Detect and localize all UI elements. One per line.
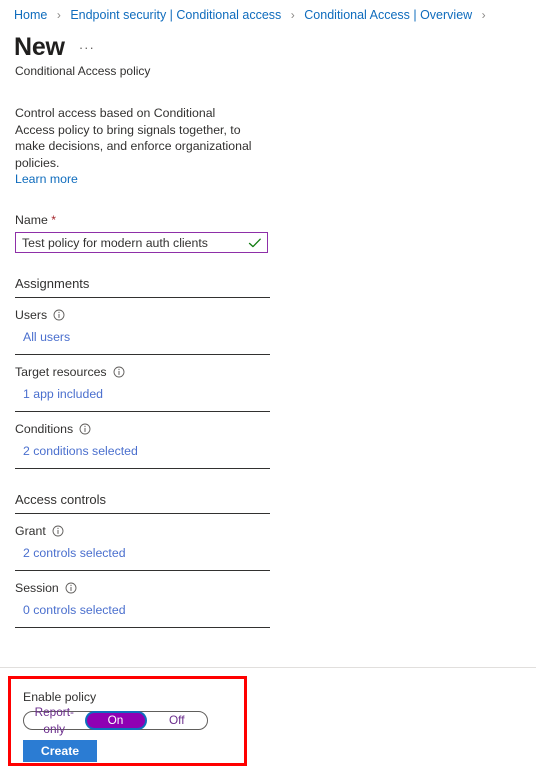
field-divider <box>15 411 270 412</box>
enable-policy-highlight-box: Enable policy Report-only On Off Create <box>8 676 247 766</box>
breadcrumb-separator-icon: › <box>481 8 486 22</box>
toggle-option-off[interactable]: Off <box>147 712 208 729</box>
required-marker: * <box>51 213 57 227</box>
toggle-option-report-only[interactable]: Report-only <box>24 704 85 738</box>
info-icon[interactable] <box>52 525 64 537</box>
breadcrumb-item-endpoint-security[interactable]: Endpoint security | Conditional access <box>70 8 281 22</box>
enable-policy-toggle[interactable]: Report-only On Off <box>23 705 208 736</box>
name-input[interactable] <box>16 233 247 252</box>
info-icon[interactable] <box>79 423 91 435</box>
info-icon[interactable] <box>53 309 65 321</box>
field-label-users: Users <box>15 307 273 323</box>
breadcrumb-item-home[interactable]: Home <box>14 8 47 22</box>
footer-divider <box>0 667 536 668</box>
field-value-session[interactable]: 0 controls selected <box>23 602 273 618</box>
field-value-grant[interactable]: 2 controls selected <box>23 545 273 561</box>
page-title: New <box>14 33 65 61</box>
users-label-text: Users <box>15 308 48 322</box>
field-value-users[interactable]: All users <box>23 329 273 345</box>
breadcrumb: Home › Endpoint security | Conditional a… <box>0 0 536 23</box>
field-divider <box>15 627 270 628</box>
field-divider <box>15 468 270 469</box>
section-heading-assignments: Assignments <box>15 276 90 291</box>
session-label-text: Session <box>15 581 59 595</box>
name-field-label: Name * <box>15 212 273 228</box>
field-label-session: Session <box>15 580 273 596</box>
form-description: Control access based on Conditional Acce… <box>15 106 252 170</box>
field-value-conditions[interactable]: 2 conditions selected <box>23 443 273 459</box>
breadcrumb-separator-icon: › <box>290 8 295 22</box>
name-label-text: Name <box>15 213 48 227</box>
field-divider <box>15 570 270 571</box>
learn-more-link[interactable]: Learn more <box>15 171 78 188</box>
field-divider <box>15 354 270 355</box>
field-value-target-resources[interactable]: 1 app included <box>23 386 273 402</box>
breadcrumb-separator-icon: › <box>56 8 61 22</box>
checkmark-icon <box>248 238 261 247</box>
field-label-target-resources: Target resources <box>15 364 273 380</box>
grant-label-text: Grant <box>15 524 46 538</box>
page-subtitle: Conditional Access policy <box>15 64 151 78</box>
field-label-grant: Grant <box>15 523 273 539</box>
create-button[interactable]: Create <box>23 740 97 762</box>
name-input-wrapper <box>15 232 268 253</box>
policy-form: Control access based on Conditional Acce… <box>0 79 273 628</box>
field-label-conditions: Conditions <box>15 421 273 437</box>
info-icon[interactable] <box>113 366 125 378</box>
breadcrumb-item-conditional-access-overview[interactable]: Conditional Access | Overview <box>304 8 472 22</box>
target-resources-label-text: Target resources <box>15 365 107 379</box>
more-options-icon[interactable]: ··· <box>79 40 95 55</box>
section-divider <box>15 297 270 298</box>
toggle-option-on[interactable]: On <box>86 713 145 728</box>
section-divider <box>15 513 270 514</box>
info-icon[interactable] <box>65 582 77 594</box>
section-heading-access-controls: Access controls <box>15 492 107 507</box>
page-header: New ··· <box>0 23 536 61</box>
conditions-label-text: Conditions <box>15 422 74 436</box>
